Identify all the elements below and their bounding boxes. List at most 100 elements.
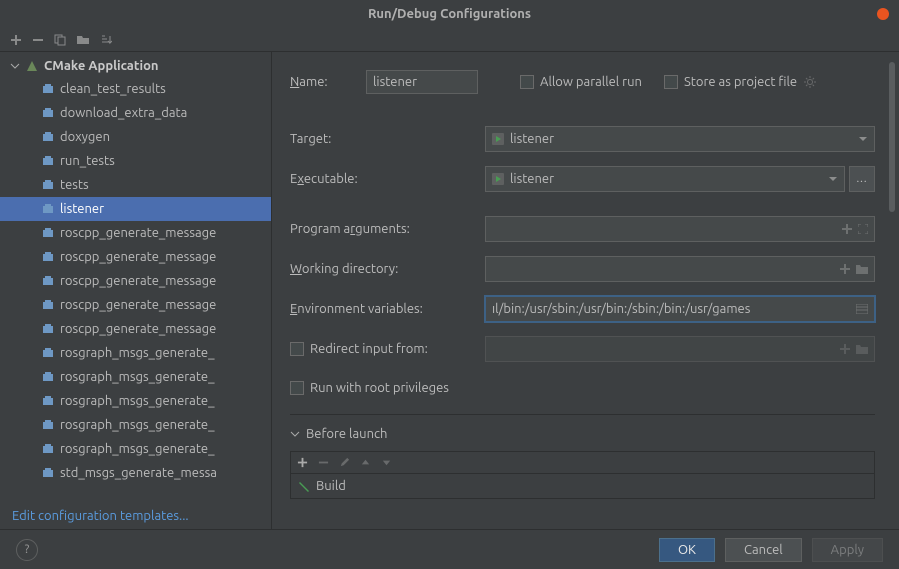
add-icon[interactable]: [10, 34, 22, 46]
target-icon: [42, 155, 54, 167]
remove-icon: [318, 457, 329, 468]
allow-parallel-label: Allow parallel run: [540, 75, 642, 89]
target-icon: [42, 323, 54, 335]
target-icon: [42, 203, 54, 215]
tree-item[interactable]: roscpp_generate_message: [0, 317, 271, 341]
checkbox-icon: [290, 342, 304, 356]
close-icon[interactable]: [877, 8, 889, 20]
target-icon: [42, 131, 54, 143]
folder-icon[interactable]: [76, 34, 90, 46]
tree-item-label: roscpp_generate_message: [60, 298, 216, 312]
target-icon: [42, 251, 54, 263]
add-icon[interactable]: [840, 264, 850, 274]
program-args-input[interactable]: [485, 216, 875, 242]
tree-item-label: run_tests: [60, 154, 115, 168]
checkbox-icon: [290, 381, 304, 395]
add-icon[interactable]: [297, 457, 308, 468]
before-launch-list[interactable]: Build: [290, 473, 875, 499]
tree-item-label: clean_test_results: [60, 82, 166, 96]
tree-item[interactable]: roscpp_generate_message: [0, 269, 271, 293]
tree-item[interactable]: listener: [0, 197, 271, 221]
tree-item[interactable]: doxygen: [0, 125, 271, 149]
tree-item[interactable]: rosgraph_msgs_generate_: [0, 413, 271, 437]
edit-icon: [339, 457, 350, 468]
cancel-button[interactable]: Cancel: [725, 538, 802, 562]
tree-item[interactable]: clean_test_results: [0, 77, 271, 101]
root-priv-checkbox[interactable]: Run with root privileges: [290, 381, 449, 395]
tree-item[interactable]: download_extra_data: [0, 101, 271, 125]
tree-item[interactable]: rosgraph_msgs_generate_: [0, 365, 271, 389]
env-vars-label: Environment variables:: [290, 302, 485, 316]
tree-item[interactable]: rosgraph_msgs_generate_: [0, 341, 271, 365]
store-project-label: Store as project file: [684, 75, 797, 89]
sidebar-toolbar: [0, 28, 899, 52]
checkbox-icon: [520, 75, 534, 89]
tree-root[interactable]: CMake Application: [0, 55, 271, 77]
target-icon: [42, 371, 54, 383]
env-vars-input[interactable]: ıl/bin:/usr/sbin:/usr/bin:/sbin:/bin:/us…: [485, 296, 875, 322]
tree-item-label: tests: [60, 178, 89, 192]
add-icon[interactable]: [842, 224, 852, 234]
redirect-input-checkbox[interactable]: Redirect input from:: [290, 342, 485, 356]
target-icon: [42, 347, 54, 359]
target-icon: [42, 443, 54, 455]
executable-label: Executable:: [290, 172, 485, 186]
program-args-label: Program arguments:: [290, 222, 485, 236]
tree-item[interactable]: std_msgs_generate_messa: [0, 461, 271, 485]
run-icon: [492, 173, 504, 185]
copy-icon[interactable]: [54, 34, 66, 46]
tree-item[interactable]: rosgraph_msgs_generate_: [0, 389, 271, 413]
before-launch-toolbar: [290, 451, 875, 473]
tree-item-label: roscpp_generate_message: [60, 226, 216, 240]
allow-parallel-checkbox[interactable]: Allow parallel run: [520, 75, 642, 89]
tree-item[interactable]: tests: [0, 173, 271, 197]
tree-item-label: roscpp_generate_message: [60, 322, 216, 336]
hammer-icon: [297, 480, 310, 493]
folder-icon[interactable]: [856, 264, 868, 274]
tree-item-label: roscpp_generate_message: [60, 250, 216, 264]
tree-item-label: download_extra_data: [60, 106, 187, 120]
tree-item-label: doxygen: [60, 130, 110, 144]
tree-root-label: CMake Application: [44, 59, 159, 73]
run-icon: [492, 133, 504, 145]
name-input[interactable]: [366, 70, 478, 94]
tree-item[interactable]: run_tests: [0, 149, 271, 173]
working-dir-label: Working directory:: [290, 262, 485, 276]
target-icon: [42, 395, 54, 407]
apply-button[interactable]: Apply: [812, 538, 883, 562]
target-icon: [42, 107, 54, 119]
store-project-checkbox[interactable]: Store as project file: [664, 75, 797, 89]
gear-icon[interactable]: [803, 75, 817, 89]
list-icon[interactable]: [856, 304, 868, 314]
browse-executable-button[interactable]: ...: [849, 166, 875, 192]
target-label: Target:: [290, 132, 485, 146]
remove-icon[interactable]: [32, 34, 44, 46]
tree-item[interactable]: roscpp_generate_message: [0, 293, 271, 317]
target-icon: [42, 179, 54, 191]
root-priv-label: Run with root privileges: [310, 381, 449, 395]
executable-dropdown[interactable]: listener: [485, 166, 845, 192]
before-launch-title: Before launch: [306, 427, 387, 441]
add-icon: [840, 344, 850, 354]
ok-button[interactable]: OK: [659, 538, 715, 562]
window-title: Run/Debug Configurations: [368, 7, 531, 21]
chevron-down-icon: [828, 174, 838, 184]
up-icon: [360, 457, 371, 468]
tree-item[interactable]: roscpp_generate_message: [0, 245, 271, 269]
expand-icon[interactable]: [858, 224, 868, 234]
before-launch-header[interactable]: Before launch: [290, 423, 899, 445]
redirect-label: Redirect input from:: [310, 342, 428, 356]
working-dir-input[interactable]: [485, 256, 875, 282]
tree-item[interactable]: rosgraph_msgs_generate_: [0, 437, 271, 461]
target-dropdown[interactable]: listener: [485, 126, 875, 152]
scrollbar[interactable]: [889, 62, 897, 502]
chevron-down-icon: [10, 61, 20, 71]
env-vars-value: ıl/bin:/usr/sbin:/usr/bin:/sbin:/bin:/us…: [492, 302, 850, 316]
before-launch-item: Build: [316, 479, 346, 493]
edit-templates-link[interactable]: Edit configuration templates...: [12, 509, 189, 523]
help-button[interactable]: ?: [16, 539, 38, 561]
target-icon: [42, 275, 54, 287]
titlebar: Run/Debug Configurations: [0, 0, 899, 28]
redirect-input-field[interactable]: [485, 336, 875, 362]
tree-item[interactable]: roscpp_generate_message: [0, 221, 271, 245]
